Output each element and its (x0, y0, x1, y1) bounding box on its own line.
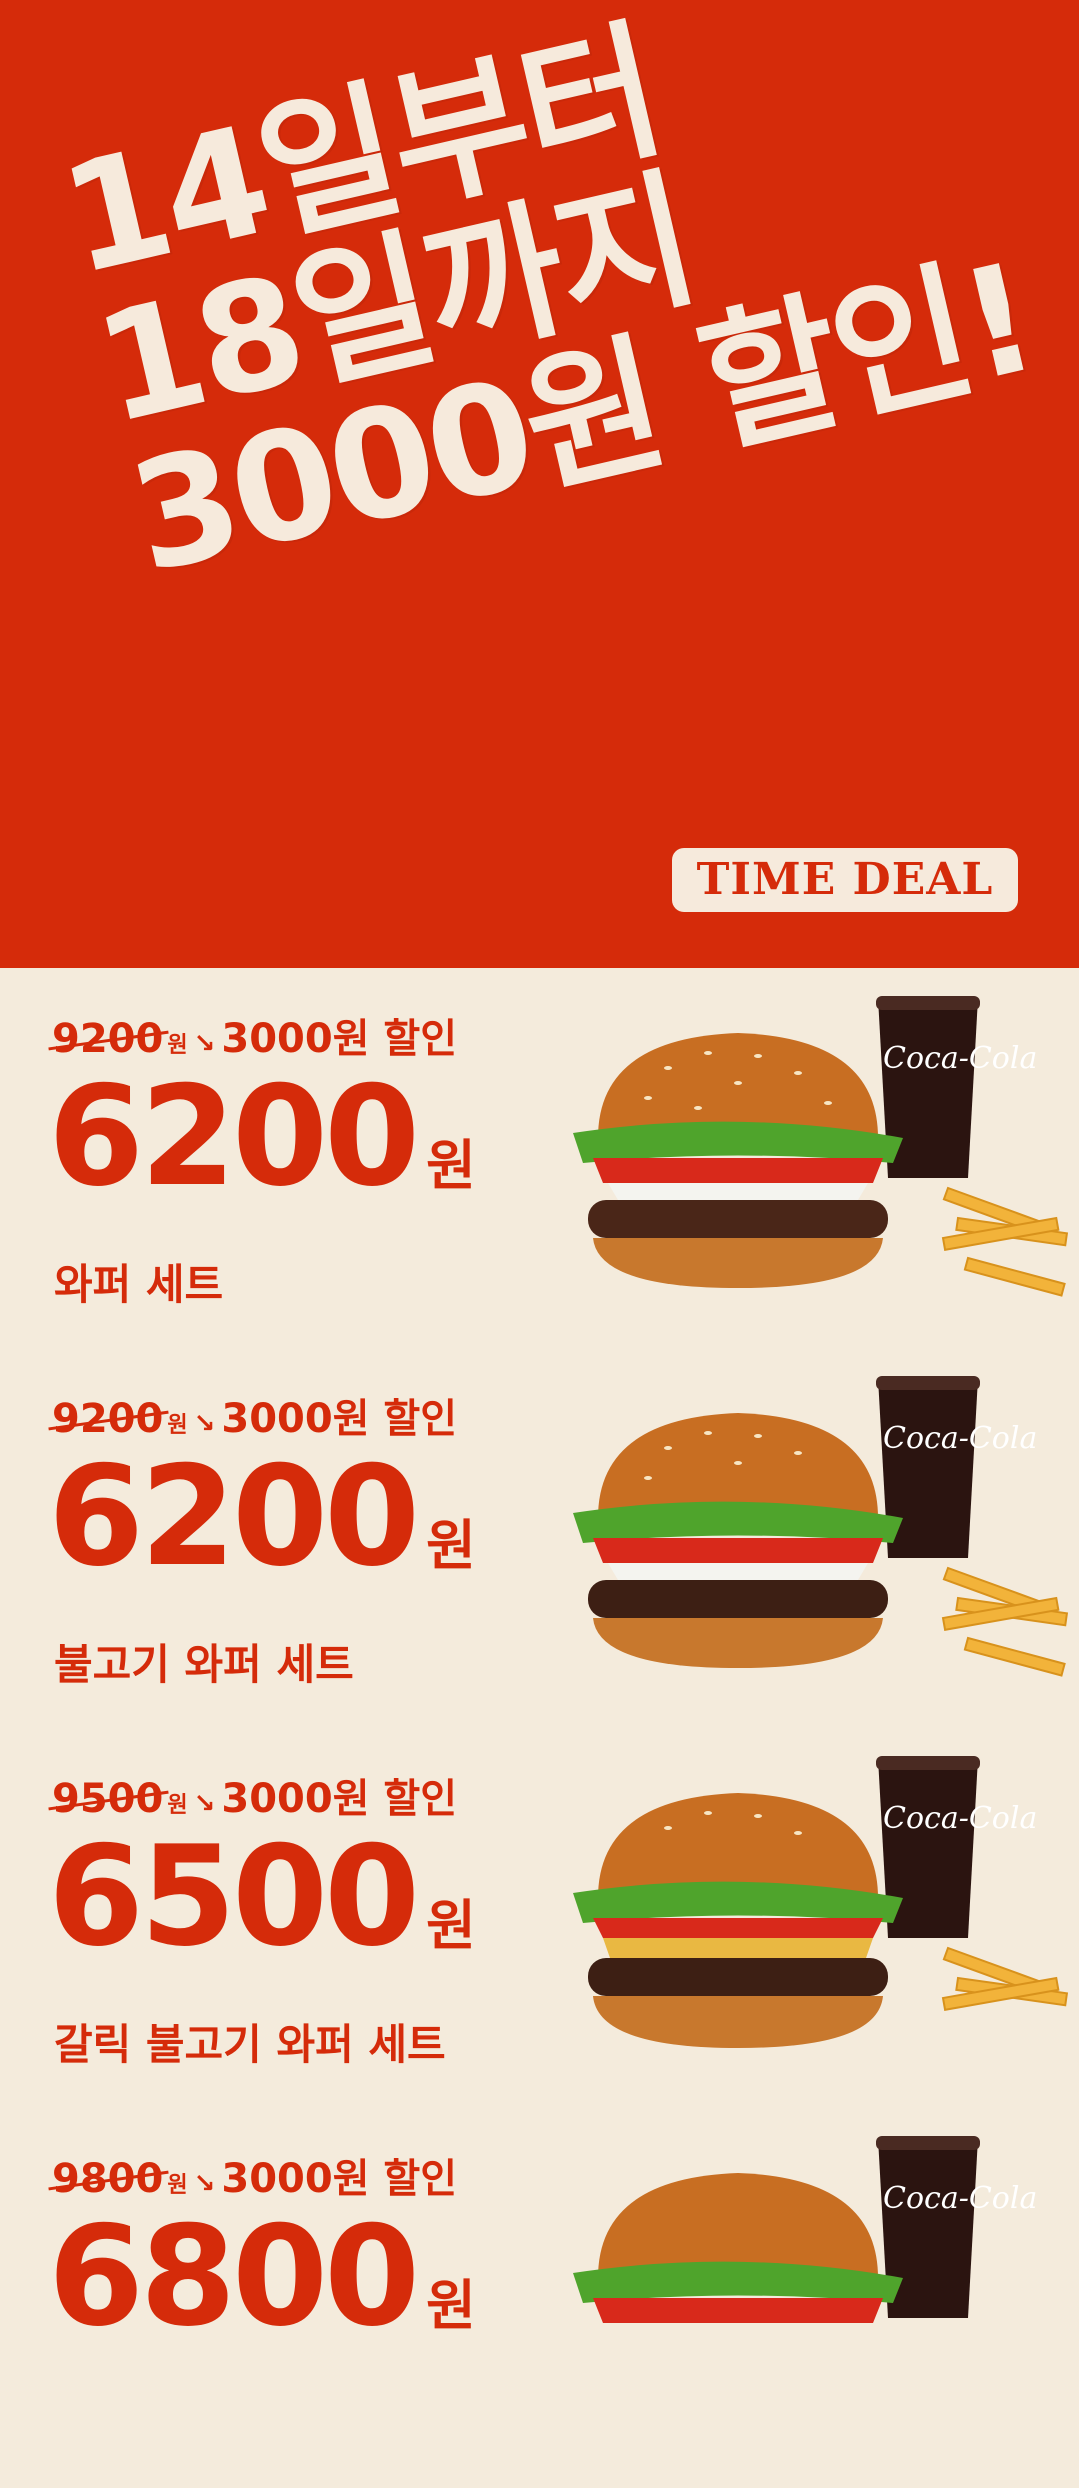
time-deal-badge: TIME DEAL (672, 848, 1018, 912)
burger-set-image: Coca-Cola (573, 996, 1069, 1297)
won-small: 원 (167, 1793, 188, 1818)
svg-text:Coca-Cola: Coca-Cola (883, 1801, 1037, 1836)
product-name: 와퍼 세트 (54, 1260, 224, 1309)
arrow-down-right-icon: ↘ (193, 2169, 216, 2199)
burger-set-image: Coca-Cola (573, 1756, 1069, 2048)
won-label: 원 (426, 1514, 476, 1577)
won-label: 원 (426, 1894, 476, 1957)
deal-card-bulgogi-whopper[interactable]: 9200 원 ↘ 3000원 할인 6200 원 불고기 와퍼 세트 Coca-Cola (0, 1348, 1079, 1730)
deal-card-garlic-bulgogi-whopper[interactable]: 9500 원 ↘ 3000원 할인 6500 원 갈릭 불고기 와퍼 세트 Coca-C… (0, 1728, 1079, 2110)
burger-set-image: Coca-Cola (573, 2136, 1037, 2323)
sale-price-value: 6200 (48, 1436, 420, 1597)
product-name: 불고기 와퍼 세트 (54, 1640, 354, 1689)
sale-price: 6200 원 (48, 1448, 476, 1586)
won-label: 원 (426, 2274, 476, 2337)
sale-price-value: 6200 (48, 1056, 420, 1217)
svg-text:Coca-Cola: Coca-Cola (883, 2181, 1037, 2216)
sale-price: 6800 원 (48, 2208, 476, 2346)
arrow-down-right-icon: ↘ (193, 1409, 216, 1439)
sale-price: 6200 원 (48, 1068, 476, 1206)
sale-price-value: 6500 (48, 1816, 420, 1977)
arrow-down-right-icon: ↘ (193, 1029, 216, 1059)
burger-set-image: Coca-Cola (573, 1376, 1069, 1677)
arrow-down-right-icon: ↘ (193, 1789, 216, 1819)
sale-price: 6500 원 (48, 1828, 476, 1966)
deal-card-4[interactable]: 9800 원 ↘ 3000원 할인 6800 원 Coca-Cola (0, 2108, 1079, 2488)
svg-text:Coca-Cola: Coca-Cola (883, 1041, 1037, 1076)
won-small: 원 (167, 1033, 188, 1058)
won-label: 원 (426, 1134, 476, 1197)
won-small: 원 (167, 2173, 188, 2198)
sale-price-value: 6800 (48, 2196, 420, 2357)
product-name: 갈릭 불고기 와퍼 세트 (54, 2020, 446, 2069)
hero-banner: 14일부터 18일까지 3000원 할인! TIME DEAL (0, 0, 1079, 968)
won-small: 원 (167, 1413, 188, 1438)
hero-headline: 14일부터 18일까지 3000원 할인! (48, 0, 1049, 607)
deal-card-whopper[interactable]: 9200 원 ↘ 3000원 할인 6200 원 와퍼 세트 Coca-Cola (0, 968, 1079, 1350)
svg-text:Coca-Cola: Coca-Cola (883, 1421, 1037, 1456)
